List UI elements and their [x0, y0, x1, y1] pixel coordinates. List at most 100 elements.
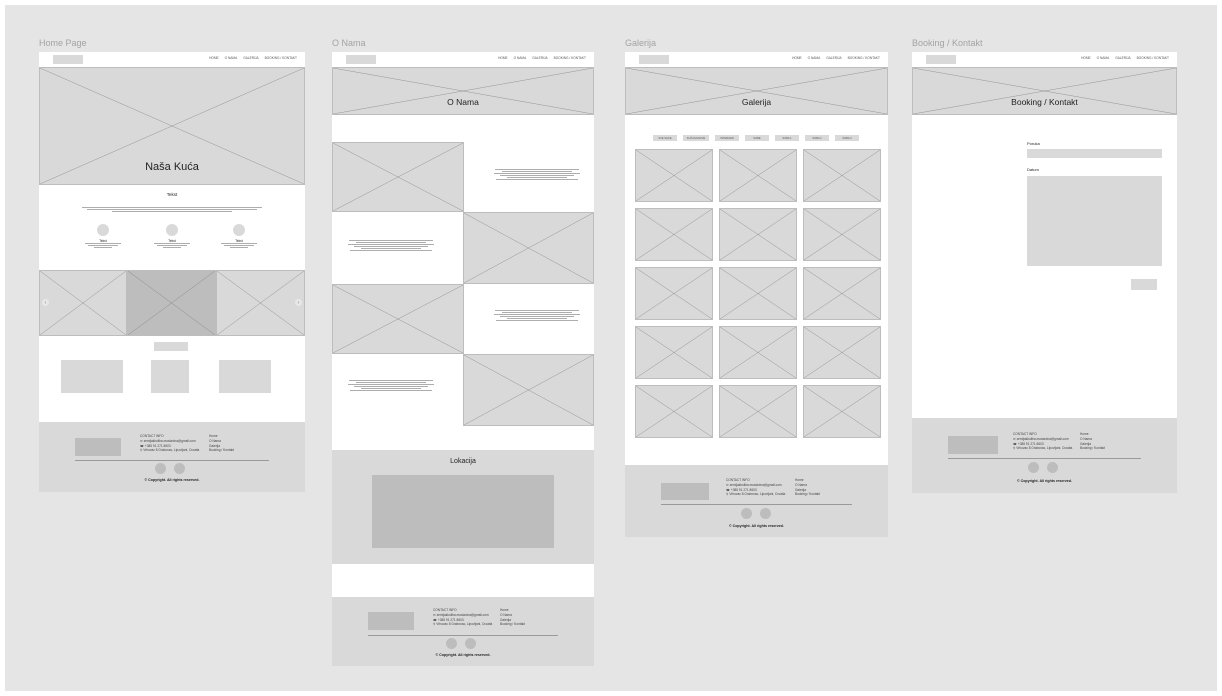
field-label-1: Poruka	[1027, 141, 1040, 146]
nav-item-o-nama[interactable]: O NAMA	[225, 56, 238, 60]
hero-title: Booking / Kontakt	[1011, 97, 1078, 107]
footer-contact-block: CONTACT INFO ✉ zemljakkoliba.moslavina@g…	[140, 434, 199, 453]
filter-exterior[interactable]: KUĆA/VANJSKI	[683, 135, 709, 141]
frame-gallery[interactable]: HOME O NAMA GALERIJA BOOKING / KONTAKT G…	[625, 52, 888, 537]
gallery-image-placeholder[interactable]	[803, 149, 881, 202]
chevron-right-icon[interactable]: ›	[295, 299, 302, 306]
footer-email[interactable]: zemljakkoliba.moslavina@gmail.com	[144, 439, 196, 443]
nav-item-home[interactable]: HOME	[792, 56, 802, 60]
footer-phone[interactable]: +385 91 271 8603	[438, 618, 464, 622]
frame-label-gallery[interactable]: Galerija	[625, 38, 656, 48]
footer-phone[interactable]: +385 91 271 8603	[731, 488, 757, 492]
nav-item-booking[interactable]: BOOKING / KONTAKT	[554, 56, 586, 60]
gallery-image-placeholder[interactable]	[803, 326, 881, 379]
nav-item-o-nama[interactable]: O NAMA	[1097, 56, 1110, 60]
nav-item-home[interactable]: HOME	[1081, 56, 1091, 60]
footer-email[interactable]: zemljakkoliba.moslavina@gmail.com	[730, 483, 782, 487]
gallery-image-placeholder[interactable]	[635, 385, 713, 438]
logo-placeholder[interactable]	[53, 55, 83, 64]
frame-about[interactable]: HOME O NAMA GALERIJA BOOKING / KONTAKT O…	[332, 52, 594, 666]
gallery-image-placeholder[interactable]	[719, 326, 797, 379]
filter-room-3[interactable]: SOBA 3	[835, 135, 859, 141]
nav-item-galerija[interactable]: GALERIJA	[826, 56, 841, 60]
textarea-field[interactable]	[1027, 176, 1162, 266]
filter-rooms[interactable]: SOBE	[745, 135, 769, 141]
gallery-image-placeholder[interactable]	[635, 326, 713, 379]
footer-phone[interactable]: +385 91 271 8603	[145, 444, 171, 448]
navbar: HOME O NAMA GALERIJA BOOKING / KONTAKT	[39, 52, 305, 66]
social-icon-2[interactable]	[174, 463, 185, 474]
footer-address: Vrhovac 8 Grabovac, Lipovljani, Croatia	[143, 448, 200, 453]
footer-email[interactable]: zemljakkoliba.moslavina@gmail.com	[437, 613, 489, 617]
field-label-2: Datum	[1027, 167, 1039, 172]
footer-logo-placeholder	[368, 612, 414, 630]
feature-text-3	[219, 243, 259, 248]
logo-placeholder[interactable]	[639, 55, 669, 64]
card-placeholder-2	[151, 360, 189, 393]
nav-item-galerija[interactable]: GALERIJA	[243, 56, 258, 60]
carousel-slide-active	[127, 270, 216, 336]
about-text-2	[346, 240, 436, 251]
footer-link-booking[interactable]: Booking / Kontakt	[1080, 446, 1105, 451]
footer-links: Home O Nama Galerija Booking / Kontakt	[795, 478, 820, 497]
frame-booking[interactable]: HOME O NAMA GALERIJA BOOKING / KONTAKT B…	[912, 52, 1177, 493]
feature-icon-1	[97, 224, 109, 236]
gallery-image-placeholder[interactable]	[719, 267, 797, 320]
gallery-image-placeholder[interactable]	[803, 267, 881, 320]
social-icon-2[interactable]	[465, 638, 476, 649]
frame-label-about[interactable]: O Nama	[332, 38, 366, 48]
social-icon-1[interactable]	[446, 638, 457, 649]
nav-item-booking[interactable]: BOOKING / KONTAKT	[265, 56, 297, 60]
chevron-left-icon[interactable]: ‹	[42, 299, 49, 306]
frame-label-booking[interactable]: Booking / Kontakt	[912, 38, 983, 48]
hero-title: Galerija	[741, 97, 772, 107]
gallery-image-placeholder[interactable]	[635, 208, 713, 261]
gallery-image-placeholder[interactable]	[803, 385, 881, 438]
copyright: © Copyright. All rights reserved.	[728, 524, 785, 528]
social-icon-1[interactable]	[155, 463, 166, 474]
nav-item-booking[interactable]: BOOKING / KONTAKT	[1137, 56, 1169, 60]
gallery-image-placeholder[interactable]	[719, 208, 797, 261]
gallery-image-placeholder[interactable]	[719, 149, 797, 202]
map-placeholder[interactable]	[372, 475, 554, 548]
logo-placeholder[interactable]	[346, 55, 376, 64]
gallery-image-placeholder[interactable]	[635, 267, 713, 320]
feature-text-1	[83, 243, 123, 248]
gallery-image-placeholder[interactable]	[635, 149, 713, 202]
filter-interior[interactable]: INTERIJER	[715, 135, 739, 141]
navbar: HOME O NAMA GALERIJA BOOKING / KONTAKT	[912, 52, 1177, 66]
nav-item-home[interactable]: HOME	[498, 56, 508, 60]
social-icon-1[interactable]	[1028, 462, 1039, 473]
nav-item-galerija[interactable]: GALERIJA	[532, 56, 547, 60]
copyright: © Copyright. All rights reserved.	[144, 478, 200, 482]
footer-link-booking[interactable]: Booking / Kontakt	[500, 622, 525, 627]
footer-link-booking[interactable]: Booking / Kontakt	[209, 448, 234, 453]
social-icon-2[interactable]	[760, 508, 771, 519]
logo-placeholder[interactable]	[926, 55, 956, 64]
filter-room-1[interactable]: SOBA 1	[775, 135, 799, 141]
frame-home[interactable]: HOME O NAMA GALERIJA BOOKING / KONTAKT N…	[39, 52, 305, 492]
nav-item-o-nama[interactable]: O NAMA	[514, 56, 527, 60]
filter-all[interactable]: SVE SLIKE	[653, 135, 677, 141]
nav-item-booking[interactable]: BOOKING / KONTAKT	[848, 56, 880, 60]
navbar: HOME O NAMA GALERIJA BOOKING / KONTAKT	[332, 52, 594, 66]
filter-room-2[interactable]: SOBA 2	[805, 135, 829, 141]
nav-item-galerija[interactable]: GALERIJA	[1115, 56, 1130, 60]
submit-button[interactable]	[1131, 279, 1157, 290]
nav-item-home[interactable]: HOME	[209, 56, 219, 60]
gallery-image-placeholder[interactable]	[719, 385, 797, 438]
social-icon-2[interactable]	[1047, 462, 1058, 473]
nav-item-o-nama[interactable]: O NAMA	[808, 56, 821, 60]
social-icon-1[interactable]	[741, 508, 752, 519]
about-text-3	[492, 310, 582, 321]
footer-phone[interactable]: +385 91 271 8603	[1018, 442, 1044, 446]
footer-divider	[368, 635, 558, 636]
design-canvas: Home Page HOME O NAMA GALERIJA BOOKING /…	[5, 5, 1217, 691]
carousel-slide-left	[39, 270, 127, 336]
footer-email[interactable]: zemljakkoliba.moslavina@gmail.com	[1017, 437, 1069, 441]
input-field-1[interactable]	[1027, 149, 1162, 158]
section-button[interactable]	[154, 342, 188, 351]
footer-link-booking[interactable]: Booking / Kontakt	[795, 492, 820, 497]
frame-label-home[interactable]: Home Page	[39, 38, 87, 48]
gallery-image-placeholder[interactable]	[803, 208, 881, 261]
